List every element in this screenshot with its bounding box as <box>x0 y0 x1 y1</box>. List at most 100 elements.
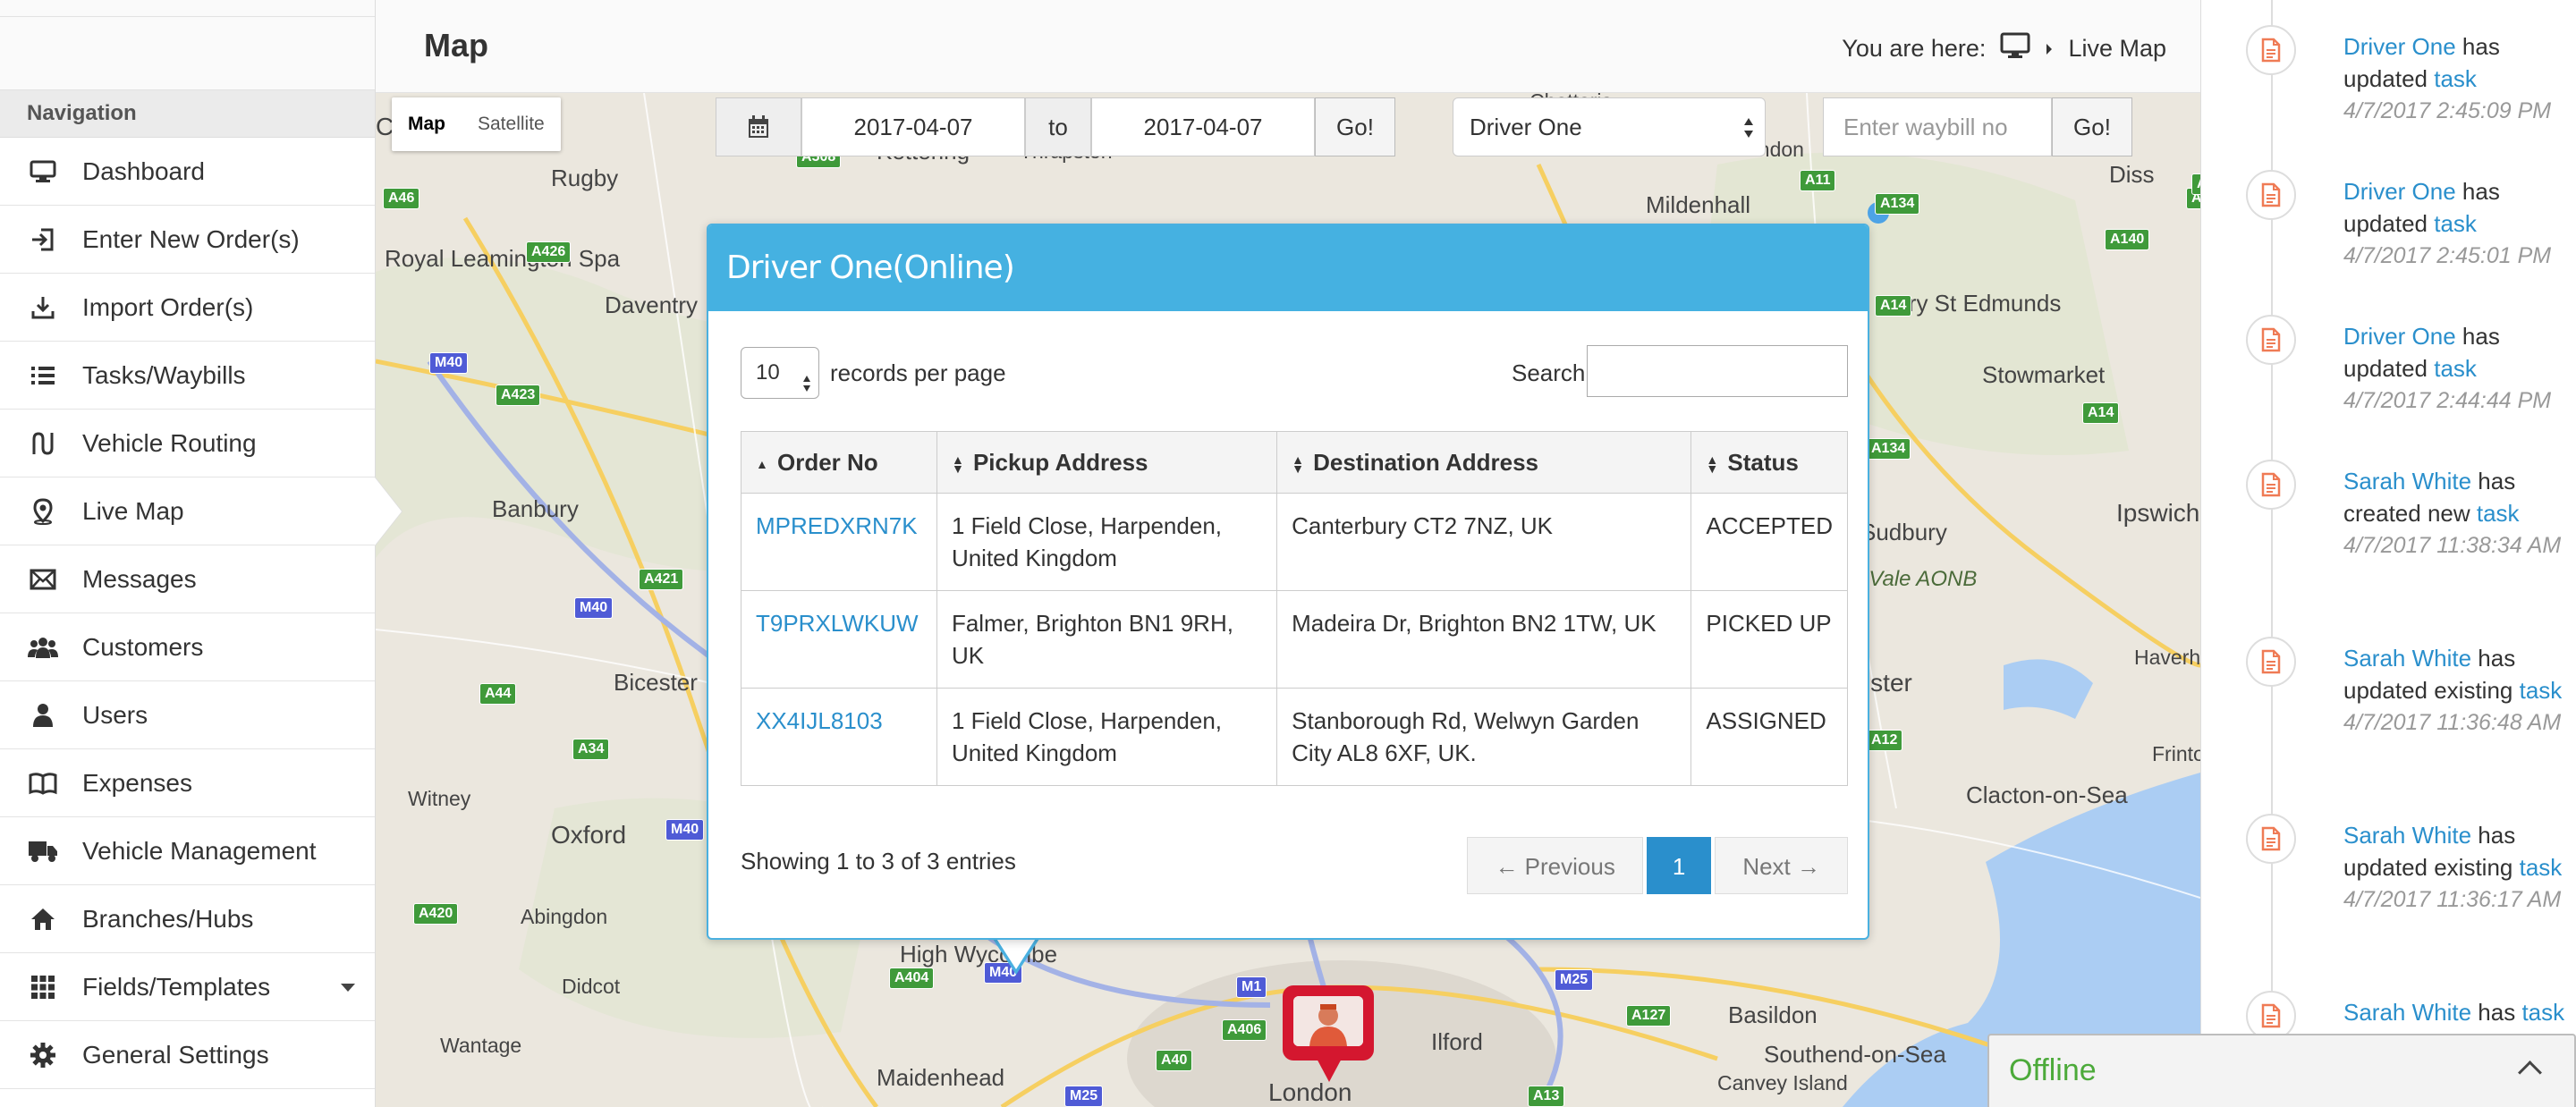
road-label: A127 <box>1626 1005 1672 1027</box>
order-link[interactable]: XX4IJL8103 <box>756 707 883 734</box>
feed-task-link[interactable]: task <box>2434 355 2477 382</box>
table-row: T9PRXLWKUW Falmer, Brighton BN1 9RH, UK Ma… <box>741 590 1848 689</box>
nav-list: Dashboard Enter New Order(s) Import Order(… <box>0 138 402 1089</box>
table-row: MPREDXRN7K 1 Field Close, Harpenden, Unit… <box>741 493 1848 591</box>
feed-text: Sarah White has task <box>2343 996 2572 1028</box>
pickup-cell: Falmer, Brighton BN1 9RH, UK <box>936 590 1278 689</box>
place-label: Wantage <box>440 1034 522 1057</box>
page-header: Map You are here: Live Map <box>376 0 2200 93</box>
envelope-icon <box>25 569 61 590</box>
map-pin-icon <box>25 497 61 525</box>
breadcrumb-current[interactable]: Live Map <box>2068 35 2166 63</box>
map-type-map[interactable]: Map <box>392 97 462 151</box>
feed-task-link[interactable]: task <box>2520 677 2563 704</box>
feed-user-link[interactable]: Sarah White <box>2343 822 2471 849</box>
column-header-destination[interactable]: ▲ ▼ Destination Address <box>1276 431 1692 494</box>
map-view[interactable]: CoventryRugbyKetteringThrapstonRoyal Lea… <box>376 93 2200 1107</box>
map-type-satellite[interactable]: Satellite <box>462 97 561 151</box>
place-label: Canvey Island <box>1717 1071 1848 1094</box>
feed-task-link[interactable]: task <box>2477 500 2520 527</box>
sidebar-item-customers[interactable]: Customers <box>0 613 375 681</box>
filter-bar: 2017-04-07 to 2017-04-07 Go! Driver One … <box>716 97 2132 156</box>
feed-action: has <box>2471 999 2522 1026</box>
entries-info: Showing 1 to 3 of 3 entries <box>741 848 1016 875</box>
file-icon <box>2246 637 2296 687</box>
sidebar-item-dashboard[interactable]: Dashboard <box>0 138 375 206</box>
sort-icon: ▲ ▼ <box>1292 452 1304 476</box>
feed-user-link[interactable]: Sarah White <box>2343 999 2471 1026</box>
destination-cell: Madeira Dr, Brighton BN2 1TW, UK <box>1276 590 1692 689</box>
place-label: Oxford <box>551 821 627 849</box>
column-header-pickup[interactable]: ▲ ▼ Pickup Address <box>936 431 1278 494</box>
per-page-select[interactable]: 10 <box>741 347 819 399</box>
feed-user-link[interactable]: Driver One <box>2343 323 2456 350</box>
place-label: Southend-on-Sea <box>1764 1041 1946 1068</box>
waybill-input[interactable]: Enter waybill no <box>1823 97 2052 156</box>
sidebar-item-tasks-waybills[interactable]: Tasks/Waybills <box>0 342 375 410</box>
road-label: A140 <box>2105 229 2150 250</box>
feed-timestamp: 4/7/2017 2:45:01 PM <box>2343 243 2552 268</box>
road-label: A420 <box>413 903 459 925</box>
feed-user-link[interactable]: Driver One <box>2343 33 2456 60</box>
page-1-button[interactable]: 1 <box>1646 837 1712 894</box>
date-to-input[interactable]: 2017-04-07 <box>1091 97 1315 156</box>
popup-title: Driver One(Online) <box>708 225 1868 311</box>
sidebar-item-vehicle-management[interactable]: Vehicle Management <box>0 817 375 885</box>
order-link[interactable]: T9PRXLWKUW <box>756 610 919 637</box>
place-label: Daventry <box>605 292 699 318</box>
road-label: A426 <box>526 241 572 263</box>
driver-select[interactable]: Driver One <box>1453 97 1766 156</box>
sidebar-item-users[interactable]: Users <box>0 681 375 749</box>
chat-status-bar[interactable]: Offline <box>1987 1034 2576 1107</box>
sidebar-item-general-settings[interactable]: General Settings <box>0 1021 375 1089</box>
place-label: Stowmarket <box>1982 361 2106 388</box>
sidebar-item-expenses[interactable]: Expenses <box>0 749 375 817</box>
feed-task-link[interactable]: task <box>2434 210 2477 237</box>
road-label: A423 <box>496 384 541 406</box>
sidebar-item-live-map[interactable]: Live Map <box>0 477 402 545</box>
search-input[interactable] <box>1587 345 1848 397</box>
chat-status: Offline <box>2009 1053 2097 1087</box>
driver-marker[interactable] <box>1283 985 1374 1061</box>
sidebar-item-label: Branches/Hubs <box>82 904 254 933</box>
route-icon <box>25 431 61 456</box>
monitor-icon[interactable] <box>2000 32 2030 65</box>
users-icon <box>25 636 61 659</box>
feed-task-link[interactable]: task <box>2434 65 2477 92</box>
sidebar-item-label: Users <box>82 700 148 729</box>
feed-user-link[interactable]: Driver One <box>2343 178 2456 205</box>
road-label: M40 <box>665 819 705 841</box>
road-label: A40 <box>1156 1050 1193 1071</box>
order-link[interactable]: MPREDXRN7K <box>756 512 918 539</box>
feed-user-link[interactable]: Sarah White <box>2343 645 2471 672</box>
sidebar-item-messages[interactable]: Messages <box>0 545 375 613</box>
road-label: A14 <box>2191 173 2200 195</box>
sidebar-item-enter-new-order-s[interactable]: Enter New Order(s) <box>0 206 375 274</box>
road-label: A11 <box>1800 170 1836 191</box>
sidebar-item-label: Fields/Templates <box>82 972 271 1001</box>
sidebar-item-vehicle-routing[interactable]: Vehicle Routing <box>0 410 375 477</box>
next-button[interactable]: Next → <box>1715 837 1848 894</box>
date-go-button[interactable]: Go! <box>1315 97 1395 156</box>
calendar-icon[interactable] <box>716 97 801 156</box>
feed-task-link[interactable]: task <box>2521 999 2564 1026</box>
date-from-input[interactable]: 2017-04-07 <box>801 97 1025 156</box>
table-row: XX4IJL8103 1 Field Close, Harpenden, Unit… <box>741 688 1848 786</box>
chevron-up-icon[interactable] <box>2518 1061 2542 1085</box>
column-header-status[interactable]: ▲ ▼ Status <box>1690 431 1848 494</box>
caret-down-icon[interactable] <box>341 984 355 992</box>
sidebar-item-label: General Settings <box>82 1040 269 1069</box>
sidebar-item-branches-hubs[interactable]: Branches/Hubs <box>0 885 375 953</box>
waybill-go-button[interactable]: Go! <box>2052 97 2132 156</box>
sidebar-item-label: Tasks/Waybills <box>82 360 246 389</box>
place-label: Didcot <box>562 975 621 998</box>
sidebar-item-fields-templates[interactable]: Fields/Templates <box>0 953 375 1021</box>
feed-task-link[interactable]: task <box>2520 854 2563 881</box>
previous-button[interactable]: ← Previous <box>1467 837 1643 894</box>
feed-timestamp: 4/7/2017 11:36:48 AM <box>2343 710 2562 735</box>
sidebar-item-import-order-s[interactable]: Import Order(s) <box>0 274 375 342</box>
column-header-order-no[interactable]: ▲ Order No <box>741 431 937 494</box>
feed-timestamp: 4/7/2017 2:45:09 PM <box>2343 98 2552 123</box>
map-type-toggle[interactable]: Map Satellite <box>392 97 561 151</box>
feed-user-link[interactable]: Sarah White <box>2343 468 2471 494</box>
